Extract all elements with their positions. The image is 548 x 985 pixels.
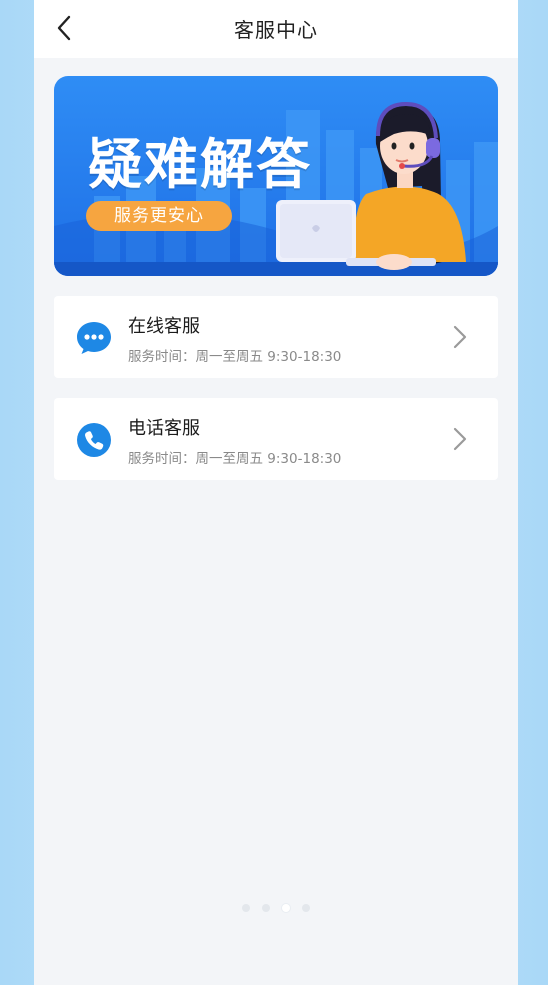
faq-banner[interactable]: 疑难解答 服务更安心 <box>54 76 498 276</box>
app-screen: 客服中心 疑难解答 服务更安心 在线客服 服务时间：周一至周五 9:30-18:… <box>34 0 518 985</box>
chevron-right-icon <box>453 427 467 451</box>
banner-tagline-pill: 服务更安心 <box>86 201 232 231</box>
page-indicator <box>34 904 518 912</box>
top-nav-bar: 客服中心 <box>34 0 518 58</box>
page-dot[interactable] <box>302 904 310 912</box>
page-dot[interactable] <box>262 904 270 912</box>
chevron-right-icon <box>453 325 467 349</box>
page-dot-active[interactable] <box>282 904 290 912</box>
service-name: 在线客服 <box>128 316 200 337</box>
page-title: 客服中心 <box>234 18 318 42</box>
page-dot[interactable] <box>242 904 250 912</box>
service-hours: 服务时间：周一至周五 9:30-18:30 <box>128 451 342 467</box>
service-name: 电话客服 <box>128 418 200 439</box>
chat-bubble-icon <box>77 322 111 354</box>
online-service-card[interactable]: 在线客服 服务时间：周一至周五 9:30-18:30 <box>54 296 498 378</box>
phone-service-card[interactable]: 电话客服 服务时间：周一至周五 9:30-18:30 <box>54 398 498 480</box>
service-hours: 服务时间：周一至周五 9:30-18:30 <box>128 349 342 365</box>
banner-title: 疑难解答 <box>88 132 312 196</box>
phone-icon <box>77 423 111 457</box>
